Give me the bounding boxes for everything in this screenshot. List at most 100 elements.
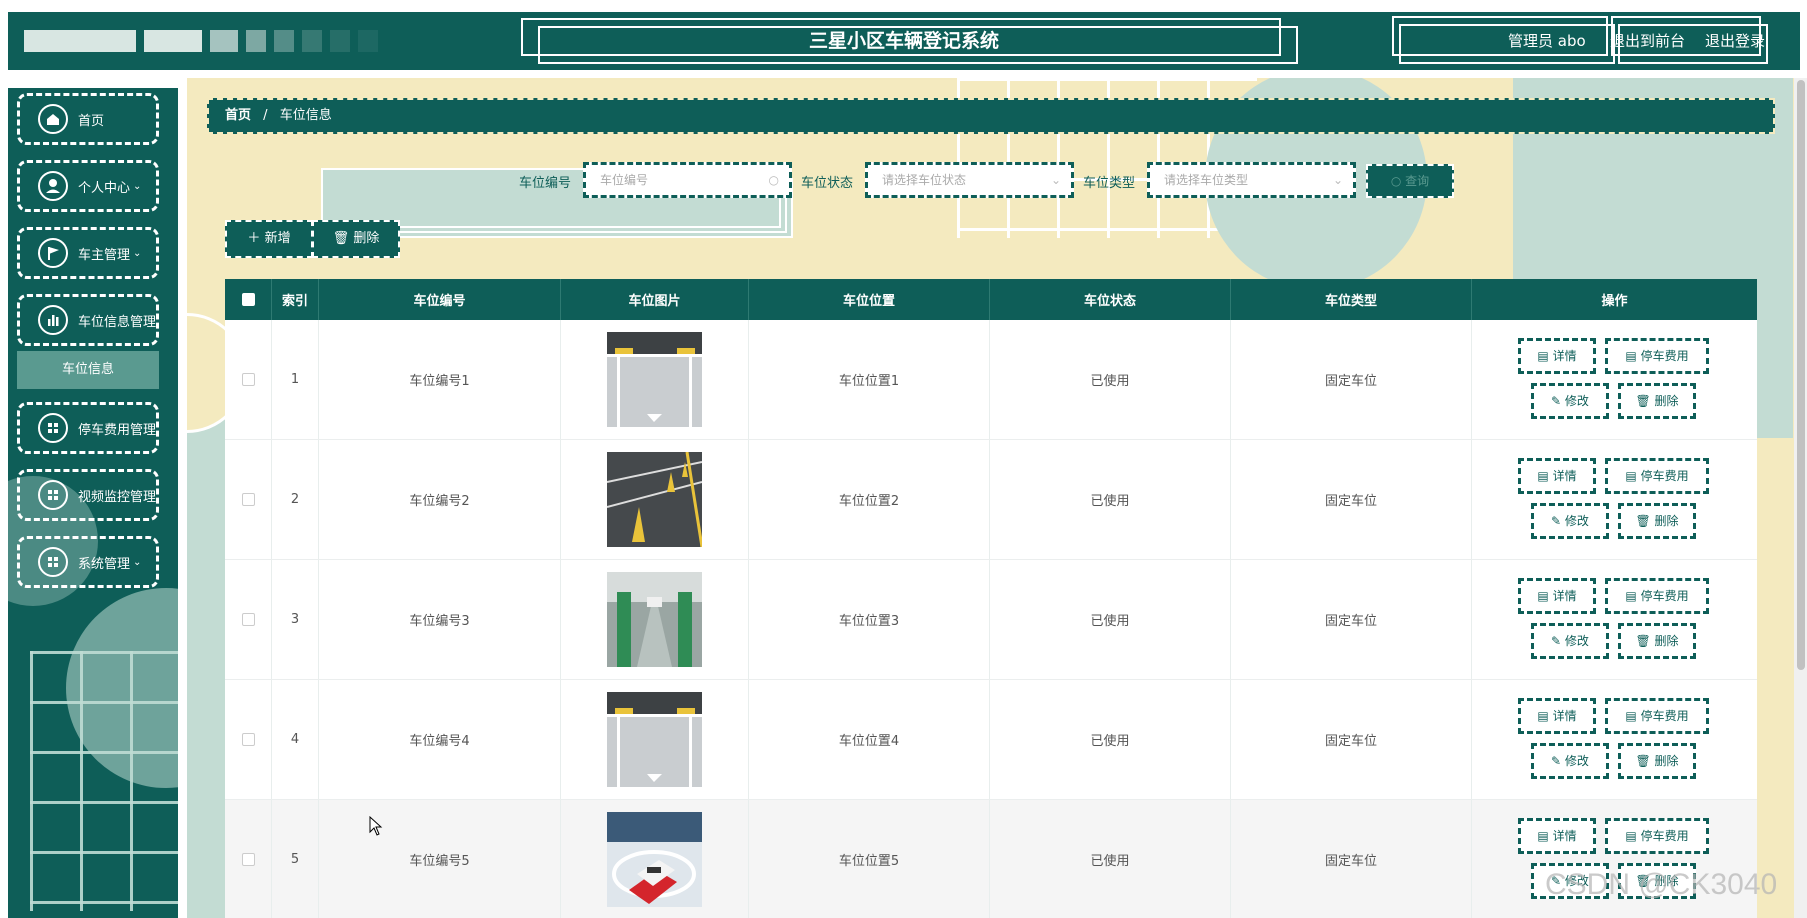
select-all-checkbox[interactable] xyxy=(241,293,255,306)
row-index: 5 xyxy=(272,800,319,918)
header-space-image: 车位图片 xyxy=(561,279,749,320)
delete-button[interactable]: 🗑 删除 xyxy=(1618,623,1696,659)
search-icon: ○ xyxy=(1390,174,1406,188)
chevron-down-icon: ⌄ xyxy=(1332,173,1343,187)
sidebar-item-label: 停车费用管理 xyxy=(78,422,157,438)
sidebar-item-home[interactable]: 首页 xyxy=(17,93,159,145)
logout-link[interactable]: 退出登录 xyxy=(1705,12,1765,70)
detail-button[interactable]: ▤ 详情 xyxy=(1518,818,1596,854)
search-button[interactable]: ○ 查询 xyxy=(1366,164,1454,198)
doc-icon: ▤ xyxy=(1537,469,1553,483)
breadcrumb: 首页 / 车位信息 xyxy=(207,98,1775,134)
detail-button[interactable]: ▤ 详情 xyxy=(1518,578,1596,614)
sidebar-decoration xyxy=(30,651,178,911)
delete-button[interactable]: 🗑 删除 xyxy=(1618,503,1696,539)
edit-label: 修改 xyxy=(1564,634,1589,648)
parking-fee-button[interactable]: ▤ 停车费用 xyxy=(1605,458,1709,494)
doc-icon: ▤ xyxy=(1625,589,1641,603)
row-select-cell xyxy=(225,560,272,679)
grid-icon xyxy=(38,413,68,443)
row-checkbox[interactable] xyxy=(241,373,255,386)
table-row: 3 车位编号3 车位位置3 已使用 固定车位 ▤ 详情 ▤ 停车费用 ✎ 修改 … xyxy=(225,560,1757,680)
table-row: 5 车位编号5 车位位置5 已使用 固定车位 ▤ 详情 ▤ 停车费用 ✎ 修改 … xyxy=(225,800,1757,918)
grid-icon xyxy=(38,547,68,577)
row-space-type: 固定车位 xyxy=(1231,440,1472,559)
edit-button[interactable]: ✎ 修改 xyxy=(1531,743,1609,779)
delete-button[interactable]: 🗑 删除 xyxy=(1618,743,1696,779)
table-header: 索引 车位编号 车位图片 车位位置 车位状态 车位类型 操作 xyxy=(225,279,1757,320)
front-link[interactable]: 退出到前台 xyxy=(1610,12,1685,70)
row-image-cell xyxy=(561,680,749,799)
chart-icon xyxy=(38,305,68,335)
row-space-status: 已使用 xyxy=(990,800,1231,918)
row-checkbox[interactable] xyxy=(241,733,255,746)
detail-button[interactable]: ▤ 详情 xyxy=(1518,338,1596,374)
row-checkbox[interactable] xyxy=(241,853,255,866)
row-space-type: 固定车位 xyxy=(1231,560,1472,679)
parking-space-image xyxy=(607,572,702,667)
row-space-location: 车位位置2 xyxy=(749,440,990,559)
sidebar-item-fee-management[interactable]: 停车费用管理 xyxy=(17,402,159,454)
row-index: 4 xyxy=(272,680,319,799)
sidebar-item-owner-management[interactable]: 车主管理 ⌄ xyxy=(17,227,159,279)
header-select-cell xyxy=(225,279,272,320)
detail-label: 详情 xyxy=(1552,349,1577,363)
sidebar-item-system-management[interactable]: 系统管理 ⌄ xyxy=(17,536,159,588)
detail-button[interactable]: ▤ 详情 xyxy=(1518,458,1596,494)
row-select-cell xyxy=(225,440,272,559)
sidebar-item-video-management[interactable]: 视频监控管理 xyxy=(17,469,159,521)
row-select-cell xyxy=(225,680,272,799)
chevron-down-icon: ⌄ xyxy=(133,180,142,192)
space-code-label: 车位编号 xyxy=(519,176,572,191)
detail-button[interactable]: ▤ 详情 xyxy=(1518,698,1596,734)
breadcrumb-home[interactable]: 首页 xyxy=(225,108,251,123)
parking-fee-label: 停车费用 xyxy=(1640,709,1689,723)
chevron-down-icon: ⌄ xyxy=(133,556,142,568)
row-space-location: 车位位置1 xyxy=(749,320,990,439)
space-table: 索引 车位编号 车位图片 车位位置 车位状态 车位类型 操作 1 车位编号1 车… xyxy=(225,279,1757,918)
search-button-label: 查询 xyxy=(1405,174,1430,188)
sidebar-subitem-space-info[interactable]: 车位信息 xyxy=(17,351,159,389)
search-icon: ○ xyxy=(768,173,779,187)
sidebar-item-space-management[interactable]: 车位信息管理 xyxy=(17,294,159,346)
breadcrumb-separator: / xyxy=(263,108,268,123)
add-button[interactable]: ＋ 新增 xyxy=(225,220,313,258)
space-code-input[interactable]: 车位编号 ○ xyxy=(583,162,792,198)
watermark: CSDN @CK3040 xyxy=(1545,868,1778,901)
row-image-cell xyxy=(561,320,749,439)
detail-label: 详情 xyxy=(1552,709,1577,723)
parking-space-image xyxy=(607,332,702,427)
edit-label: 修改 xyxy=(1564,754,1589,768)
row-space-type: 固定车位 xyxy=(1231,800,1472,918)
sidebar-item-personal-center[interactable]: 个人中心 ⌄ xyxy=(17,160,159,212)
parking-fee-button[interactable]: ▤ 停车费用 xyxy=(1605,578,1709,614)
flag-icon xyxy=(38,238,68,268)
pencil-icon: ✎ xyxy=(1551,754,1565,768)
row-space-status: 已使用 xyxy=(990,440,1231,559)
space-type-select[interactable]: 请选择车位类型 ⌄ xyxy=(1147,162,1356,198)
space-status-select[interactable]: 请选择车位状态 ⌄ xyxy=(865,162,1074,198)
space-status-label: 车位状态 xyxy=(801,176,854,191)
batch-delete-button[interactable]: 🗑 删除 xyxy=(312,220,400,258)
doc-icon: ▤ xyxy=(1625,469,1641,483)
edit-button[interactable]: ✎ 修改 xyxy=(1531,383,1609,419)
scrollbar-thumb[interactable] xyxy=(1797,80,1805,670)
delete-button[interactable]: 🗑 删除 xyxy=(1618,383,1696,419)
edit-button[interactable]: ✎ 修改 xyxy=(1531,503,1609,539)
parking-fee-button[interactable]: ▤ 停车费用 xyxy=(1605,338,1709,374)
breadcrumb-current: 车位信息 xyxy=(279,108,332,123)
sidebar-item-label: 系统管理 xyxy=(78,556,131,572)
sidebar: 首页 个人中心 ⌄ 车主管理 ⌄ 车位信息管理 车位信息 停车费用管理 视频监控… xyxy=(8,88,178,918)
row-space-code: 车位编号1 xyxy=(319,320,561,439)
row-operations: ▤ 详情 ▤ 停车费用 ✎ 修改 🗑 删除 xyxy=(1472,320,1757,439)
edit-button[interactable]: ✎ 修改 xyxy=(1531,623,1609,659)
parking-fee-button[interactable]: ▤ 停车费用 xyxy=(1605,818,1709,854)
sidebar-item-label: 视频监控管理 xyxy=(78,489,157,505)
row-space-code: 车位编号3 xyxy=(319,560,561,679)
row-checkbox[interactable] xyxy=(241,613,255,626)
doc-icon: ▤ xyxy=(1537,829,1553,843)
top-header: 三星小区车辆登记系统 管理员 abo 退出到前台 退出登录 xyxy=(8,12,1800,70)
row-checkbox[interactable] xyxy=(241,493,255,506)
row-index: 3 xyxy=(272,560,319,679)
parking-fee-button[interactable]: ▤ 停车费用 xyxy=(1605,698,1709,734)
